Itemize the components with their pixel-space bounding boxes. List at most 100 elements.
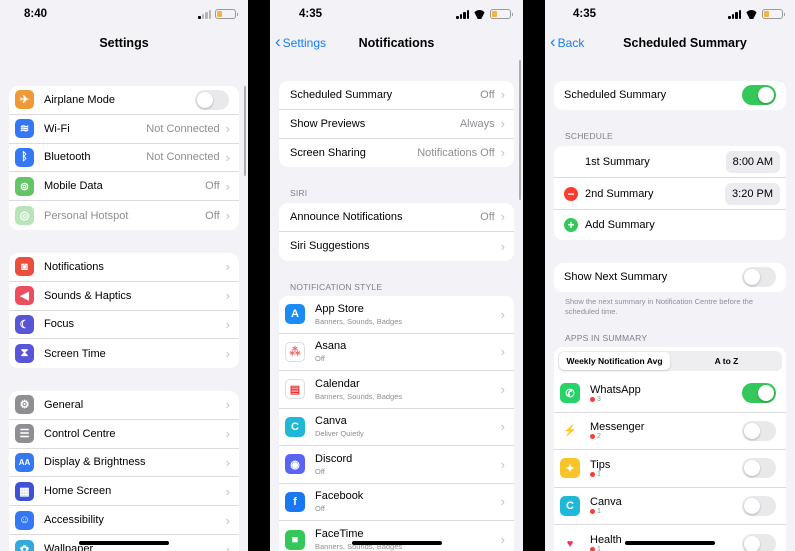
chevron-left-icon: ‹ — [550, 32, 556, 51]
app-name: Calendar — [315, 377, 360, 390]
app-summary-toggle[interactable] — [742, 383, 776, 404]
settings-row-screen-time[interactable]: ⧗ Screen Time › — [9, 339, 239, 368]
show-next-summary-note: Show the next summary in Notification Ce… — [565, 297, 754, 316]
settings-row-focus[interactable]: ☾ Focus › — [9, 311, 239, 340]
notif-row-label: Siri Suggestions — [290, 240, 370, 253]
app-row-facetime[interactable]: ■ FaceTime Banners, Sounds, Badges › — [279, 521, 514, 551]
back-button[interactable]: ‹ Settings — [275, 33, 326, 50]
settings-row-bluetooth[interactable]: ᛒ Bluetooth Not Connected › — [9, 144, 239, 173]
notification-count: 1 — [590, 508, 742, 515]
notif-row-announce-notifications[interactable]: Announce Notifications Off › — [279, 203, 514, 232]
settings-row-control-centre[interactable]: ☰ Control Centre › — [9, 420, 239, 449]
chevron-right-icon: › — [225, 346, 230, 362]
airplane-mode-toggle[interactable] — [195, 89, 229, 110]
notifications-screen: 4:35 ‹ Settings Notifications Scheduled S… — [270, 0, 523, 551]
settings-row-value: Off — [205, 209, 220, 222]
airplane-icon: ✈ — [15, 90, 34, 110]
home-indicator[interactable] — [79, 541, 169, 545]
remove-icon[interactable]: − — [564, 186, 578, 201]
settings-row-value: Not Connected — [146, 122, 220, 135]
badge-dot — [590, 547, 595, 551]
scheduled-summary-screen: 4:35 ‹ Back Scheduled Summary Scheduled S… — [545, 0, 795, 551]
app-row-text: WhatsApp 3 — [590, 384, 742, 403]
settings-row-mobile-data[interactable]: ⊚ Mobile Data Off › — [9, 172, 239, 202]
app-row-asana[interactable]: ⁂ Asana Off › — [279, 334, 514, 371]
home-indicator[interactable] — [625, 541, 715, 545]
section-header-apps-in-summary: APPS IN SUMMARY — [565, 333, 648, 343]
scrollbar[interactable] — [243, 86, 246, 176]
app-row-discord[interactable]: ◉ Discord Off › — [279, 446, 514, 484]
status-time: 8:40 — [24, 8, 48, 20]
sort-a-to-z-tab[interactable]: A to Z — [671, 351, 782, 371]
notification-count: 1 — [590, 471, 742, 478]
badge-dot — [590, 509, 595, 515]
show-next-summary-toggle[interactable] — [742, 267, 776, 288]
notification-count-value: 2 — [597, 433, 601, 441]
app-summary-toggle[interactable] — [742, 495, 776, 516]
status-bar: 8:40 — [0, 8, 248, 24]
summary-app-row-tips: ✦ Tips 1 — [554, 450, 786, 488]
settings-row-personal-hotspot[interactable]: ◎ Personal Hotspot Off › — [9, 201, 239, 230]
notification-count-value: 1 — [597, 508, 601, 516]
wifi-icon: ≋ — [15, 119, 34, 139]
app-summary-toggle[interactable] — [742, 458, 776, 479]
add-summary-row[interactable]: + Add Summary — [554, 210, 786, 240]
canva-icon: C — [285, 416, 305, 437]
summary-app-row-canva: C Canva 1 — [554, 488, 786, 525]
discord-icon: ◉ — [285, 454, 305, 475]
chevron-right-icon: › — [500, 344, 505, 360]
settings-row-sounds-haptics[interactable]: ◀ Sounds & Haptics › — [9, 282, 239, 311]
chevron-right-icon: › — [225, 208, 230, 224]
page-title: Scheduled Summary — [623, 36, 747, 50]
chevron-right-icon: › — [225, 316, 230, 332]
app-summary-toggle[interactable] — [742, 533, 776, 551]
app-name: Asana — [315, 340, 347, 353]
app-row-text: Calendar Banners, Sounds, Badges — [315, 378, 501, 401]
notif-row-screen-sharing[interactable]: Screen Sharing Notifications Off › — [279, 139, 514, 168]
back-button[interactable]: ‹ Back — [550, 32, 584, 51]
add-icon[interactable]: + — [564, 218, 578, 232]
settings-screen: 8:40 Settings ✈ Airplane Mode ≋ Wi-Fi Not Co… — [0, 0, 248, 551]
app-notification-style: Off — [315, 466, 325, 476]
scrollbar[interactable] — [518, 60, 521, 200]
settings-row-home-screen[interactable]: ▦ Home Screen › — [9, 477, 239, 507]
settings-row-accessibility[interactable]: ☺ Accessibility › — [9, 506, 239, 535]
settings-row-label: Control Centre — [44, 427, 116, 440]
sliders-icon: ☰ — [15, 424, 34, 444]
settings-row-wi-fi[interactable]: ≋ Wi-Fi Not Connected › — [9, 115, 239, 144]
wifi-status-icon — [745, 10, 758, 19]
app-summary-toggle[interactable] — [742, 420, 776, 441]
accessibility-icon: ☺ — [15, 510, 34, 530]
settings-row-label: Airplane Mode — [44, 93, 115, 106]
app-row-app-store[interactable]: A App Store Banners, Sounds, Badges › — [279, 296, 514, 334]
app-row-facebook[interactable]: f Facebook Off › — [279, 484, 514, 521]
home-indicator[interactable] — [351, 541, 442, 545]
settings-row-notifications[interactable]: ◙ Notifications › — [9, 253, 239, 282]
app-row-canva[interactable]: C Canva Deliver Quietly › — [279, 409, 514, 446]
notif-row-label: Show Previews — [290, 117, 366, 130]
notif-row-scheduled-summary[interactable]: Scheduled Summary Off › — [279, 81, 514, 110]
gear-icon: ⚙ — [15, 395, 34, 415]
app-row-calendar[interactable]: ▤ Calendar Banners, Sounds, Badges › — [279, 371, 514, 409]
sort-weekly-avg-tab[interactable]: Weekly Notification Avg — [559, 352, 670, 370]
notif-row-show-previews[interactable]: Show Previews Always › — [279, 110, 514, 139]
settings-row-label: Accessibility — [44, 514, 104, 527]
settings-row-general[interactable]: ⚙ General › — [9, 391, 239, 420]
chevron-right-icon: › — [225, 397, 230, 413]
notif-row-siri-suggestions[interactable]: Siri Suggestions › — [279, 232, 514, 261]
notification-count-value: 1 — [597, 546, 601, 551]
app-row-text: Asana Off — [315, 340, 501, 363]
chevron-right-icon: › — [225, 512, 230, 528]
moon-icon: ☾ — [15, 314, 34, 334]
badge-dot — [590, 471, 595, 477]
chevron-right-icon: › — [500, 209, 505, 225]
second-summary-time[interactable]: 3:20 PM — [725, 182, 780, 205]
settings-row-display-brightness[interactable]: AA Display & Brightness › — [9, 449, 239, 478]
first-summary-time[interactable]: 8:00 AM — [725, 150, 780, 173]
scheduled-summary-toggle[interactable] — [742, 85, 776, 106]
add-summary-label[interactable]: Add Summary — [585, 219, 786, 231]
settings-row-label: Personal Hotspot — [44, 209, 129, 222]
page-title: Notifications — [358, 36, 435, 50]
chevron-right-icon: › — [500, 494, 505, 510]
settings-row-airplane-mode[interactable]: ✈ Airplane Mode — [9, 86, 239, 115]
